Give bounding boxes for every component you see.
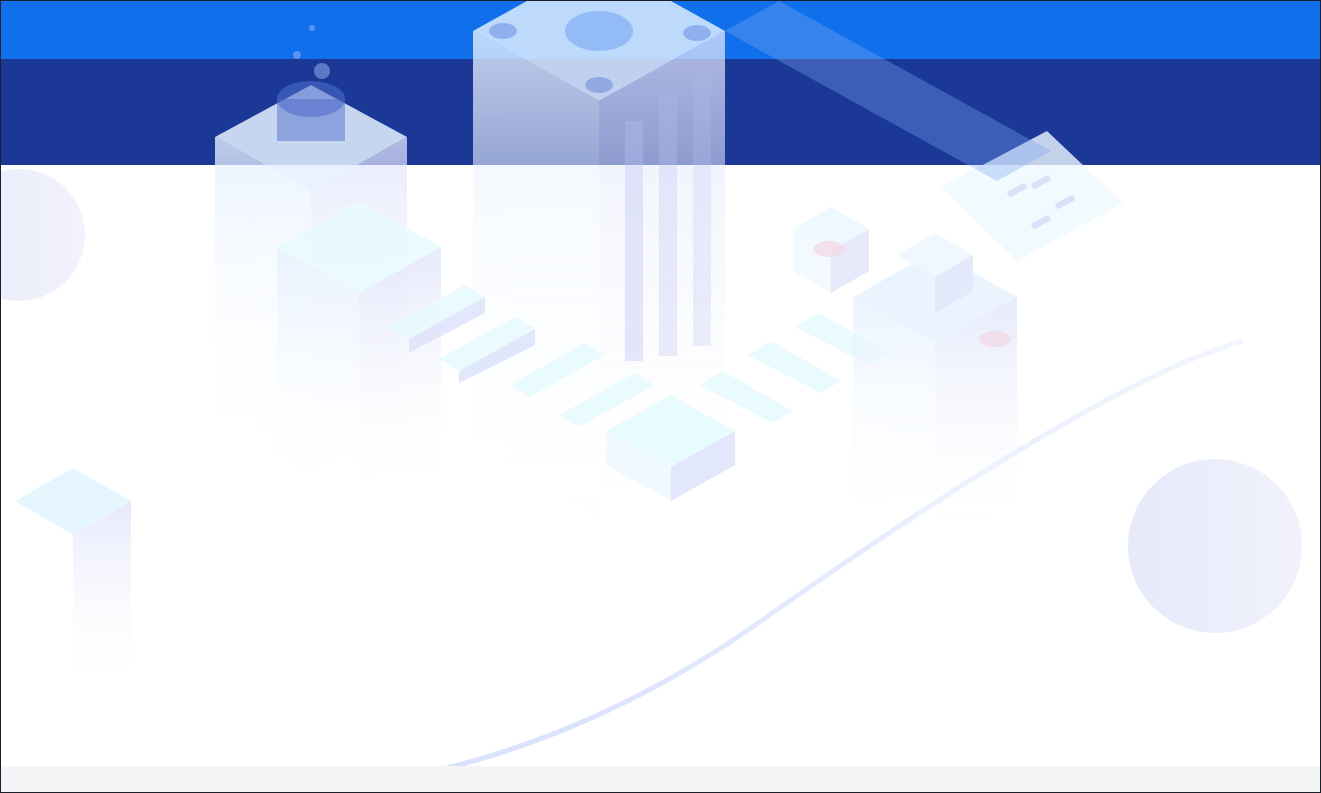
decor-circle-right: [1128, 459, 1302, 633]
block-second: [277, 201, 441, 501]
rail-top-right: [725, 1, 1051, 181]
footer-strip: [1, 766, 1320, 792]
app-window: [0, 0, 1321, 793]
pillar-left: [15, 468, 131, 691]
decor-circle-left: [1, 169, 85, 301]
isometric-city-illustration: [1, 1, 1302, 792]
